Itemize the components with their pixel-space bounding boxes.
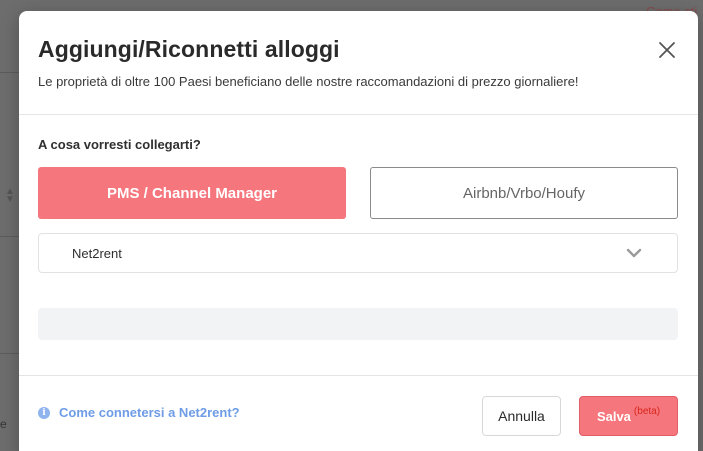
background-divider: [0, 72, 19, 73]
cancel-button[interactable]: Annulla: [482, 396, 561, 436]
sort-arrows-icon: ▲ ▼: [5, 186, 15, 205]
content-placeholder: [38, 308, 678, 340]
close-button[interactable]: [655, 38, 679, 62]
footer-divider: [19, 375, 698, 376]
provider-select-value: Net2rent: [72, 246, 122, 261]
help-link[interactable]: i Come connetersi a Net2rent?: [38, 405, 240, 420]
header-divider: [19, 114, 698, 115]
modal-header: Aggiungi/Riconnetti alloggi Le proprietà…: [19, 11, 698, 115]
beta-badge: (beta): [633, 405, 661, 417]
connect-properties-modal: Aggiungi/Riconnetti alloggi Le proprietà…: [19, 11, 698, 451]
airbnb-vrbo-houfy-option[interactable]: Airbnb/Vrbo/Houfy: [370, 167, 678, 219]
modal-title: Aggiungi/Riconnetti alloggi: [38, 36, 340, 62]
background-divider: [0, 236, 19, 237]
modal-subtitle: Le proprietà di oltre 100 Paesi benefici…: [38, 74, 579, 89]
background-divider: [0, 353, 19, 354]
chevron-down-icon: [626, 248, 642, 258]
save-button[interactable]: Salva (beta): [579, 396, 678, 436]
cancel-button-label: Annulla: [498, 408, 545, 424]
help-link-label: Come connetersi a Net2rent?: [59, 405, 240, 420]
connection-question: A cosa vorresti collegarti?: [38, 137, 201, 152]
background-text: e: [0, 417, 7, 431]
close-icon: [659, 42, 675, 58]
provider-select[interactable]: Net2rent: [38, 233, 678, 273]
option-label: PMS / Channel Manager: [106, 184, 278, 202]
save-button-label: Salva: [596, 408, 631, 424]
pms-channel-manager-option[interactable]: PMS / Channel Manager: [38, 167, 346, 219]
info-icon: i: [38, 406, 50, 419]
option-label: Airbnb/Vrbo/Houfy: [462, 184, 585, 202]
